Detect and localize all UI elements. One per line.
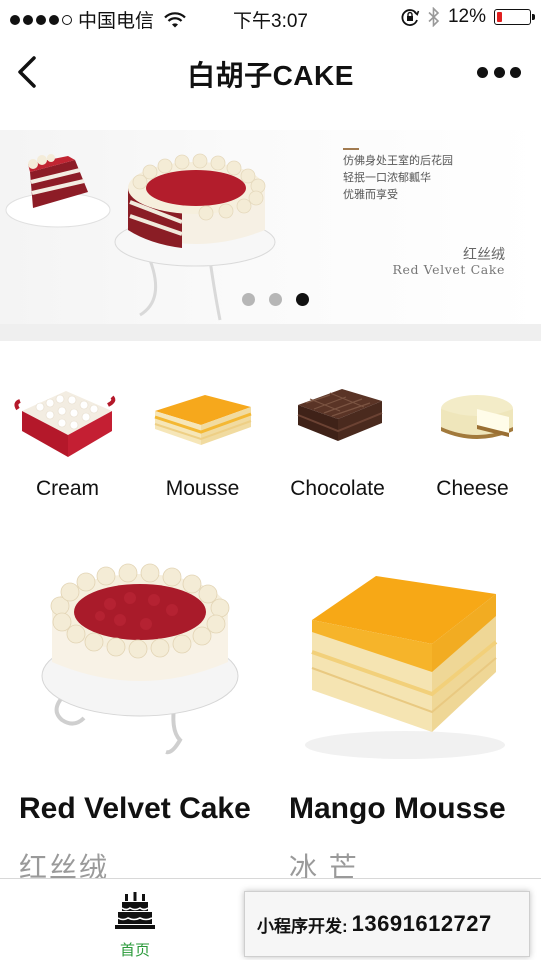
tab-label: 首页: [119, 942, 150, 959]
banner-slogan-line: 轻抿一口浓郁瓤华: [343, 171, 431, 184]
category-label: Cheese: [436, 477, 509, 500]
category-label: Mousse: [165, 477, 240, 500]
mousse-cake-image: [154, 395, 252, 445]
category-cream[interactable]: Cream: [0, 341, 135, 521]
cake-icon: [115, 892, 155, 929]
category-list: Cream Mousse Chocolate Cheese: [0, 341, 541, 521]
developer-label: 小程序开发:: [257, 916, 348, 936]
tab-home[interactable]: 首页: [0, 879, 270, 960]
bluetooth-icon: [428, 7, 440, 27]
category-label: Cream: [35, 477, 99, 500]
banner-slogan: 仿佛身处王室的后花园 轻抿一口浓郁瓤华 优雅而享受: [343, 152, 453, 203]
chocolate-cake-image: [297, 389, 383, 441]
category-label: Chocolate: [290, 477, 385, 500]
featured-products: Red Velvet Cake 红丝绒 Mango Mousse 冰 芒: [0, 540, 541, 883]
battery-percent: 12%: [447, 6, 486, 27]
carousel-dot[interactable]: [269, 293, 282, 306]
carousel-dot-active[interactable]: [296, 293, 309, 306]
product-name: Mango Mousse: [289, 792, 506, 825]
banner-slogan-line: 仿佛身处王室的后花园: [343, 154, 453, 167]
cream-cake-image: [14, 391, 116, 457]
carousel-indicator: [0, 293, 541, 306]
banner-cake-name-cn: 红丝绒: [463, 247, 505, 263]
battery-icon: [494, 9, 535, 25]
carousel-dot[interactable]: [242, 293, 255, 306]
page-title: 白胡子CAKE: [187, 60, 354, 91]
red-velvet-cake-image: [41, 563, 239, 755]
banner-slogan-line: 优雅而享受: [343, 188, 398, 201]
developer-contact-badge: 小程序开发: 13691612727: [244, 891, 530, 957]
category-cheese[interactable]: Cheese: [405, 341, 540, 521]
mini-program-home: 中国电信 下午3:07 12% 白胡子CAKE 仿佛身处王室的后花园 轻抿一口浓…: [0, 0, 541, 960]
section-divider: [0, 324, 541, 341]
developer-phone: 13691612727: [351, 911, 492, 936]
category-mousse[interactable]: Mousse: [135, 341, 270, 521]
banner-carousel[interactable]: 仿佛身处王室的后花园 轻抿一口浓郁瓤华 优雅而享受 红丝绒 Red Velvet…: [0, 130, 541, 324]
more-menu-button[interactable]: [477, 58, 521, 86]
product-name: Red Velvet Cake: [19, 792, 251, 825]
status-bar: 中国电信 下午3:07 12%: [0, 0, 541, 36]
product-card-red-velvet[interactable]: Red Velvet Cake 红丝绒: [0, 540, 270, 883]
slogan-accent-line: [343, 148, 359, 150]
category-chocolate[interactable]: Chocolate: [270, 341, 405, 521]
navigation-bar: 白胡子CAKE: [0, 36, 541, 106]
more-dots-icon: [477, 66, 488, 78]
product-card-mango-mousse[interactable]: Mango Mousse 冰 芒: [270, 540, 540, 883]
orientation-lock-icon: [401, 9, 420, 26]
cheese-cake-image: [441, 395, 513, 439]
banner-cake-name-en: Red Velvet Cake: [392, 262, 505, 277]
mango-mousse-image: [305, 576, 505, 759]
